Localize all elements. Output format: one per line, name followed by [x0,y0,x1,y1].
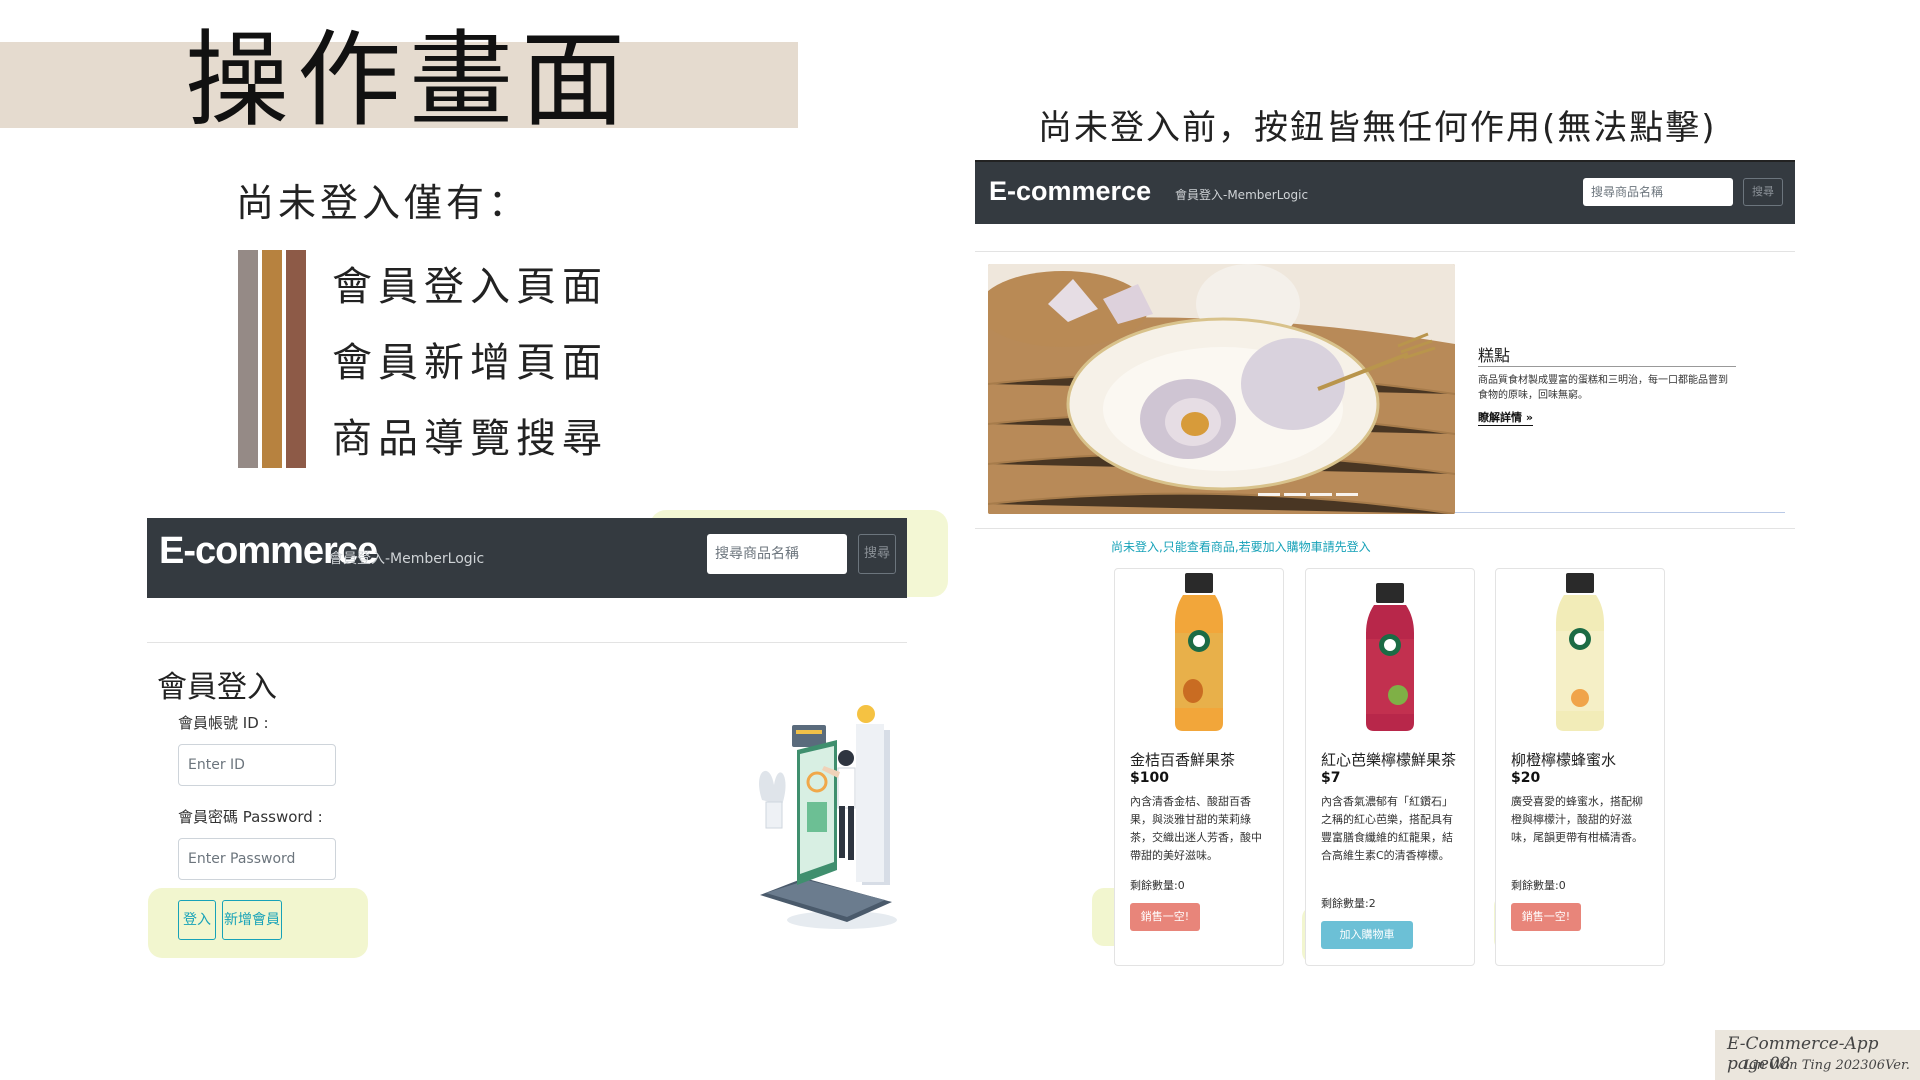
carousel-image[interactable] [988,264,1455,514]
member-link[interactable]: 會員登入-MemberLogic [329,548,484,568]
product-price: $100 [1130,770,1169,786]
product-price: $7 [1321,770,1341,786]
product-description: 廣受喜愛的蜂蜜水，搭配柳橙與檸檬汁，酸甜的好滋味，尾韻更帶有柑橘清香。 [1511,795,1643,844]
carousel-caption-title: 糕點 [1478,346,1511,365]
product-card: 金桔百香鮮果茶 $100 內含清香金桔、酸甜百香果，與淡雅甘甜的茉莉綠茶，交織出… [1114,568,1284,966]
product-price: $20 [1511,770,1541,786]
product-stock: 剩餘數量:2 [1321,897,1376,910]
sold-out-button[interactable]: 銷售一空! [1511,903,1581,931]
product-description: 內含清香金桔、酸甜百香果，與淡雅甘甜的茉莉綠茶，交織出迷人芳香，酸中帶甜的美好滋… [1130,795,1262,862]
decor-stripe [238,250,258,468]
product-name: 金桔百香鮮果茶 [1130,751,1236,769]
search-button[interactable]: 搜尋 [1743,178,1783,206]
carousel-caption-text: 商品質食材製成豐富的蛋糕和三明治，每一口都能品嘗到食物的原味，回味無窮。 [1478,375,1728,401]
search-input[interactable]: 搜尋商品名稱 [707,534,847,574]
product-stock: 剩餘數量:0 [1511,879,1566,892]
product-description: 內含香氣濃郁有「紅鑽石」之稱的紅心芭樂，搭配具有豐富膳食纖維的紅龍果，結合高維生… [1321,795,1453,862]
feature-item: 會員新增頁面 [332,340,608,386]
page-title: 操作畫面 [185,19,634,141]
navbar-login-page: E-commerce 會員登入-MemberLogic 搜尋商品名稱 搜尋 [147,518,907,598]
product-image-bottle [1556,573,1604,731]
caption-divider [1478,366,1736,367]
product-card: 柳橙檸檬蜂蜜水 $20 廣受喜愛的蜂蜜水，搭配柳橙與檸檬汁，酸甜的好滋味，尾韻更… [1495,568,1665,966]
navbar-home-page: E-commerce 會員登入-MemberLogic 搜尋商品名稱 搜尋 [975,160,1795,224]
divider [975,251,1795,252]
product-image-bottle [1175,573,1223,731]
not-logged-in-subtitle: 尚未登入僅有： [236,181,531,225]
password-label: 會員密碼 Password : [178,808,323,826]
login-title: 會員登入 [157,670,277,705]
add-to-cart-button[interactable]: 加入購物車 [1321,921,1413,949]
search-input[interactable]: 搜尋商品名稱 [1583,178,1733,206]
product-name: 柳橙檸檬蜂蜜水 [1511,751,1617,769]
product-image-bottle [1366,583,1414,731]
right-subtitle: 尚未登入前，按鈕皆無任何作用(無法點擊) [1038,108,1717,148]
decor-stripe [286,250,306,468]
login-notice: 尚未登入,只能查看商品,若要加入購物車請先登入 [1111,540,1371,554]
id-input[interactable]: Enter ID [178,744,336,786]
divider [975,528,1795,529]
login-illustration [759,705,897,929]
register-button[interactable]: 新增會員 [222,900,282,940]
feature-item: 商品導覽搜尋 [332,416,608,462]
feature-item: 會員登入頁面 [332,264,608,310]
decor-stripe [262,250,282,468]
product-card: 紅心芭樂檸檬鮮果茶 $7 內含香氣濃郁有「紅鑽石」之稱的紅心芭樂，搭配具有豐富膳… [1305,568,1475,966]
member-link[interactable]: 會員登入-MemberLogic [1175,186,1308,203]
id-label: 會員帳號 ID : [178,714,269,732]
search-button[interactable]: 搜尋 [858,534,896,574]
learn-more-link[interactable]: 瞭解詳情 » [1478,409,1533,426]
divider [147,642,907,643]
footer-author: Lin Wan Ting 202306Ver. [1744,1058,1910,1073]
product-stock: 剩餘數量:0 [1130,879,1185,892]
brand-logo[interactable]: E-commerce [989,176,1151,207]
caption-rule [1455,512,1785,513]
product-name: 紅心芭樂檸檬鮮果茶 [1321,751,1457,769]
login-button[interactable]: 登入 [178,900,216,940]
sold-out-button[interactable]: 銷售一空! [1130,903,1200,931]
password-input[interactable]: Enter Password [178,838,336,880]
